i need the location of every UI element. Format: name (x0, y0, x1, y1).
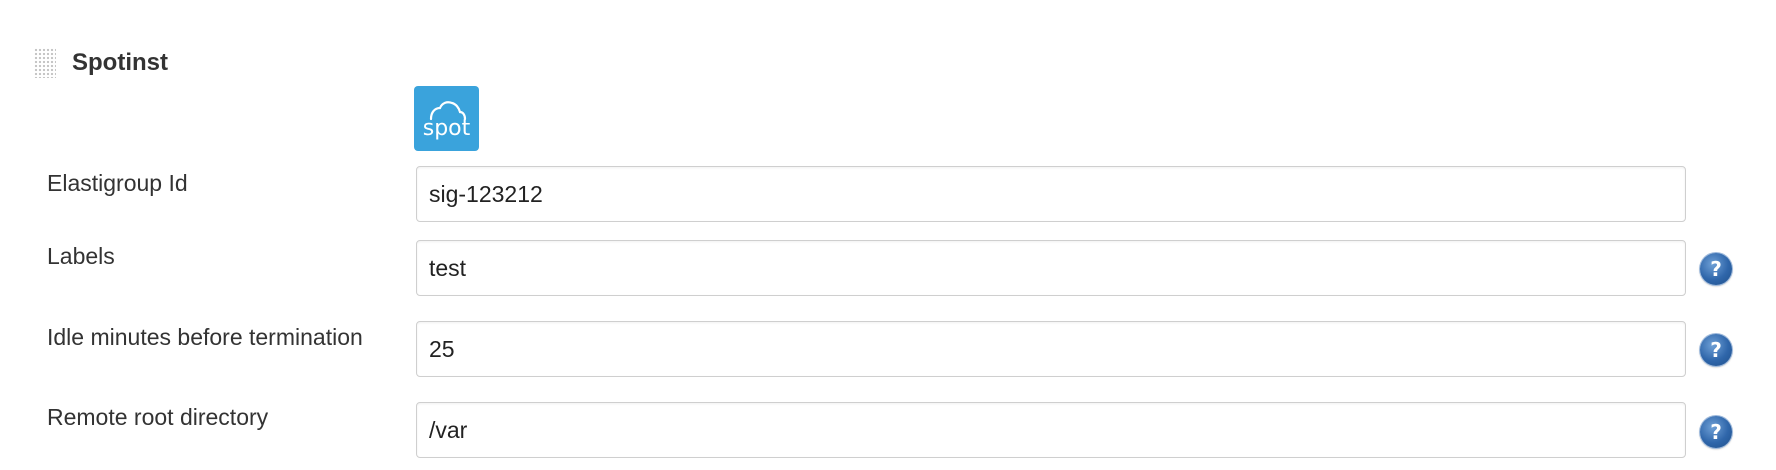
drag-handle-icon[interactable] (34, 48, 56, 78)
idle-minutes-input[interactable] (416, 321, 1686, 377)
idle-minutes-label: Idle minutes before termination (47, 324, 363, 350)
remote-root-directory-help-icon[interactable]: ? (1700, 416, 1732, 448)
section-title: Spotinst (72, 49, 168, 76)
idle-minutes-help-icon[interactable]: ? (1700, 334, 1732, 366)
remote-root-directory-input[interactable] (416, 402, 1686, 458)
labels-help-icon[interactable]: ? (1700, 253, 1732, 285)
labels-input[interactable] (416, 240, 1686, 296)
remote-root-directory-label: Remote root directory (47, 404, 269, 430)
spot-logo: spot (414, 86, 479, 151)
logo-text: spot (422, 115, 471, 141)
elastigroup-id-label: Elastigroup Id (47, 170, 188, 196)
section-header: Spotinst (34, 46, 168, 80)
elastigroup-id-input[interactable] (416, 166, 1686, 222)
labels-label: Labels (47, 243, 115, 269)
